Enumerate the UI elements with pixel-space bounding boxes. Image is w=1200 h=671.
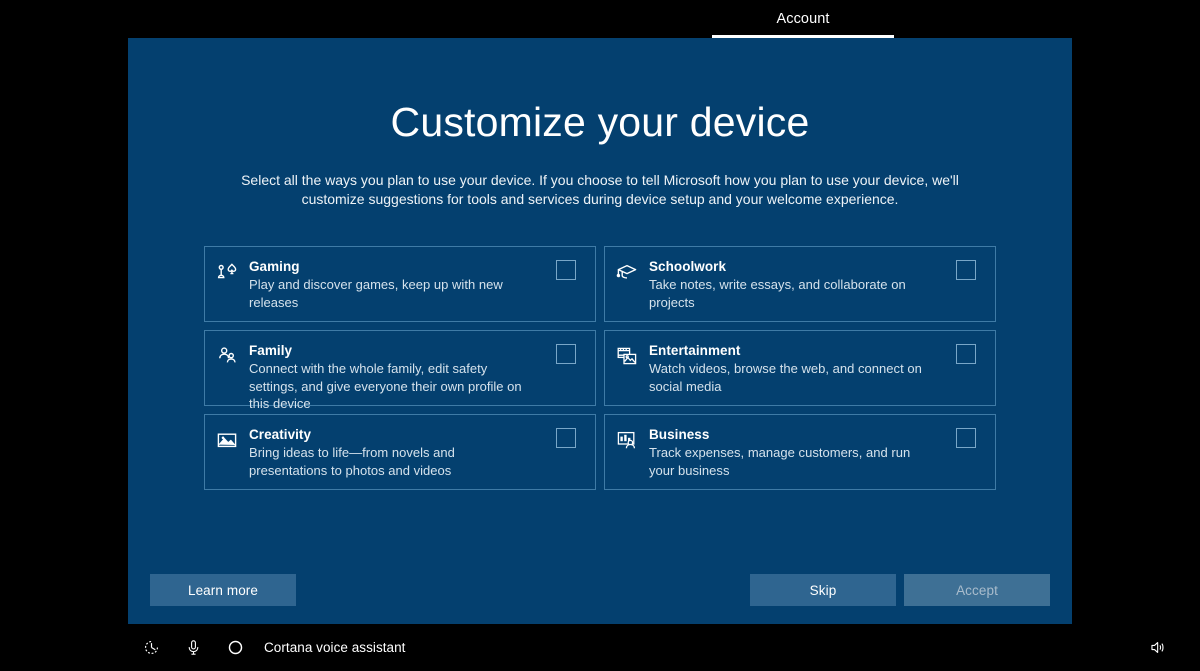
checkbox-business[interactable] — [956, 428, 976, 448]
option-title: Creativity — [249, 426, 529, 443]
business-chart-person-icon — [605, 426, 649, 452]
skip-label: Skip — [810, 583, 837, 598]
microphone-icon[interactable] — [172, 624, 214, 671]
tab-account-label: Account — [776, 11, 829, 27]
skip-button[interactable]: Skip — [750, 574, 896, 606]
checkbox-family[interactable] — [556, 344, 576, 364]
option-card-creativity[interactable]: Creativity Bring ideas to life—from nove… — [204, 414, 596, 490]
option-card-body: Family Connect with the whole family, ed… — [249, 342, 537, 413]
option-description: Take notes, write essays, and collaborat… — [649, 276, 929, 311]
option-card-schoolwork[interactable]: Schoolwork Take notes, write essays, and… — [604, 246, 996, 322]
main-panel: Customize your device Select all the way… — [128, 38, 1072, 624]
cortana-circle-icon[interactable] — [214, 624, 256, 671]
option-description: Watch videos, browse the web, and connec… — [649, 360, 929, 395]
oobe-screen: Account Customize your device Select all… — [0, 0, 1200, 671]
option-card-body: Business Track expenses, manage customer… — [649, 426, 937, 479]
media-film-icon — [605, 342, 649, 368]
option-description: Track expenses, manage customers, and ru… — [649, 444, 929, 479]
checkbox-schoolwork[interactable] — [956, 260, 976, 280]
option-checkbox-wrap — [537, 426, 595, 448]
family-people-icon — [205, 342, 249, 368]
accept-label: Accept — [956, 583, 998, 598]
option-title: Entertainment — [649, 342, 929, 359]
page-title: Customize your device — [128, 100, 1072, 146]
option-title: Gaming — [249, 258, 529, 275]
page-subtitle: Select all the ways you plan to use your… — [220, 171, 980, 208]
option-card-family[interactable]: Family Connect with the whole family, ed… — [204, 330, 596, 406]
option-description: Bring ideas to life—from novels and pres… — [249, 444, 529, 479]
picture-icon — [205, 426, 249, 452]
option-title: Schoolwork — [649, 258, 929, 275]
learn-more-label: Learn more — [188, 583, 258, 598]
checkbox-entertainment[interactable] — [956, 344, 976, 364]
option-card-business[interactable]: Business Track expenses, manage customer… — [604, 414, 996, 490]
bottom-taskbar: Cortana voice assistant — [0, 624, 1200, 671]
option-checkbox-wrap — [937, 426, 995, 448]
accept-button[interactable]: Accept — [904, 574, 1050, 606]
volume-speaker-icon[interactable] — [1136, 624, 1178, 671]
option-description: Play and discover games, keep up with ne… — [249, 276, 529, 311]
top-tab-strip: Account — [0, 0, 1200, 38]
option-checkbox-wrap — [537, 342, 595, 364]
graduation-cap-icon — [605, 258, 649, 284]
option-title: Family — [249, 342, 529, 359]
tab-account[interactable]: Account — [712, 0, 894, 38]
learn-more-button[interactable]: Learn more — [150, 574, 296, 606]
option-card-gaming[interactable]: Gaming Play and discover games, keep up … — [204, 246, 596, 322]
cortana-label: Cortana voice assistant — [264, 640, 405, 655]
option-title: Business — [649, 426, 929, 443]
option-description: Connect with the whole family, edit safe… — [249, 360, 529, 413]
customize-options-grid: Gaming Play and discover games, keep up … — [204, 246, 996, 490]
option-checkbox-wrap — [537, 258, 595, 280]
ease-of-access-icon[interactable] — [130, 624, 172, 671]
option-card-body: Gaming Play and discover games, keep up … — [249, 258, 537, 311]
option-checkbox-wrap — [937, 258, 995, 280]
checkbox-creativity[interactable] — [556, 428, 576, 448]
option-card-body: Schoolwork Take notes, write essays, and… — [649, 258, 937, 311]
option-card-entertainment[interactable]: Entertainment Watch videos, browse the w… — [604, 330, 996, 406]
gaming-icon — [205, 258, 249, 284]
option-card-body: Entertainment Watch videos, browse the w… — [649, 342, 937, 395]
option-card-body: Creativity Bring ideas to life—from nove… — [249, 426, 537, 479]
option-checkbox-wrap — [937, 342, 995, 364]
checkbox-gaming[interactable] — [556, 260, 576, 280]
